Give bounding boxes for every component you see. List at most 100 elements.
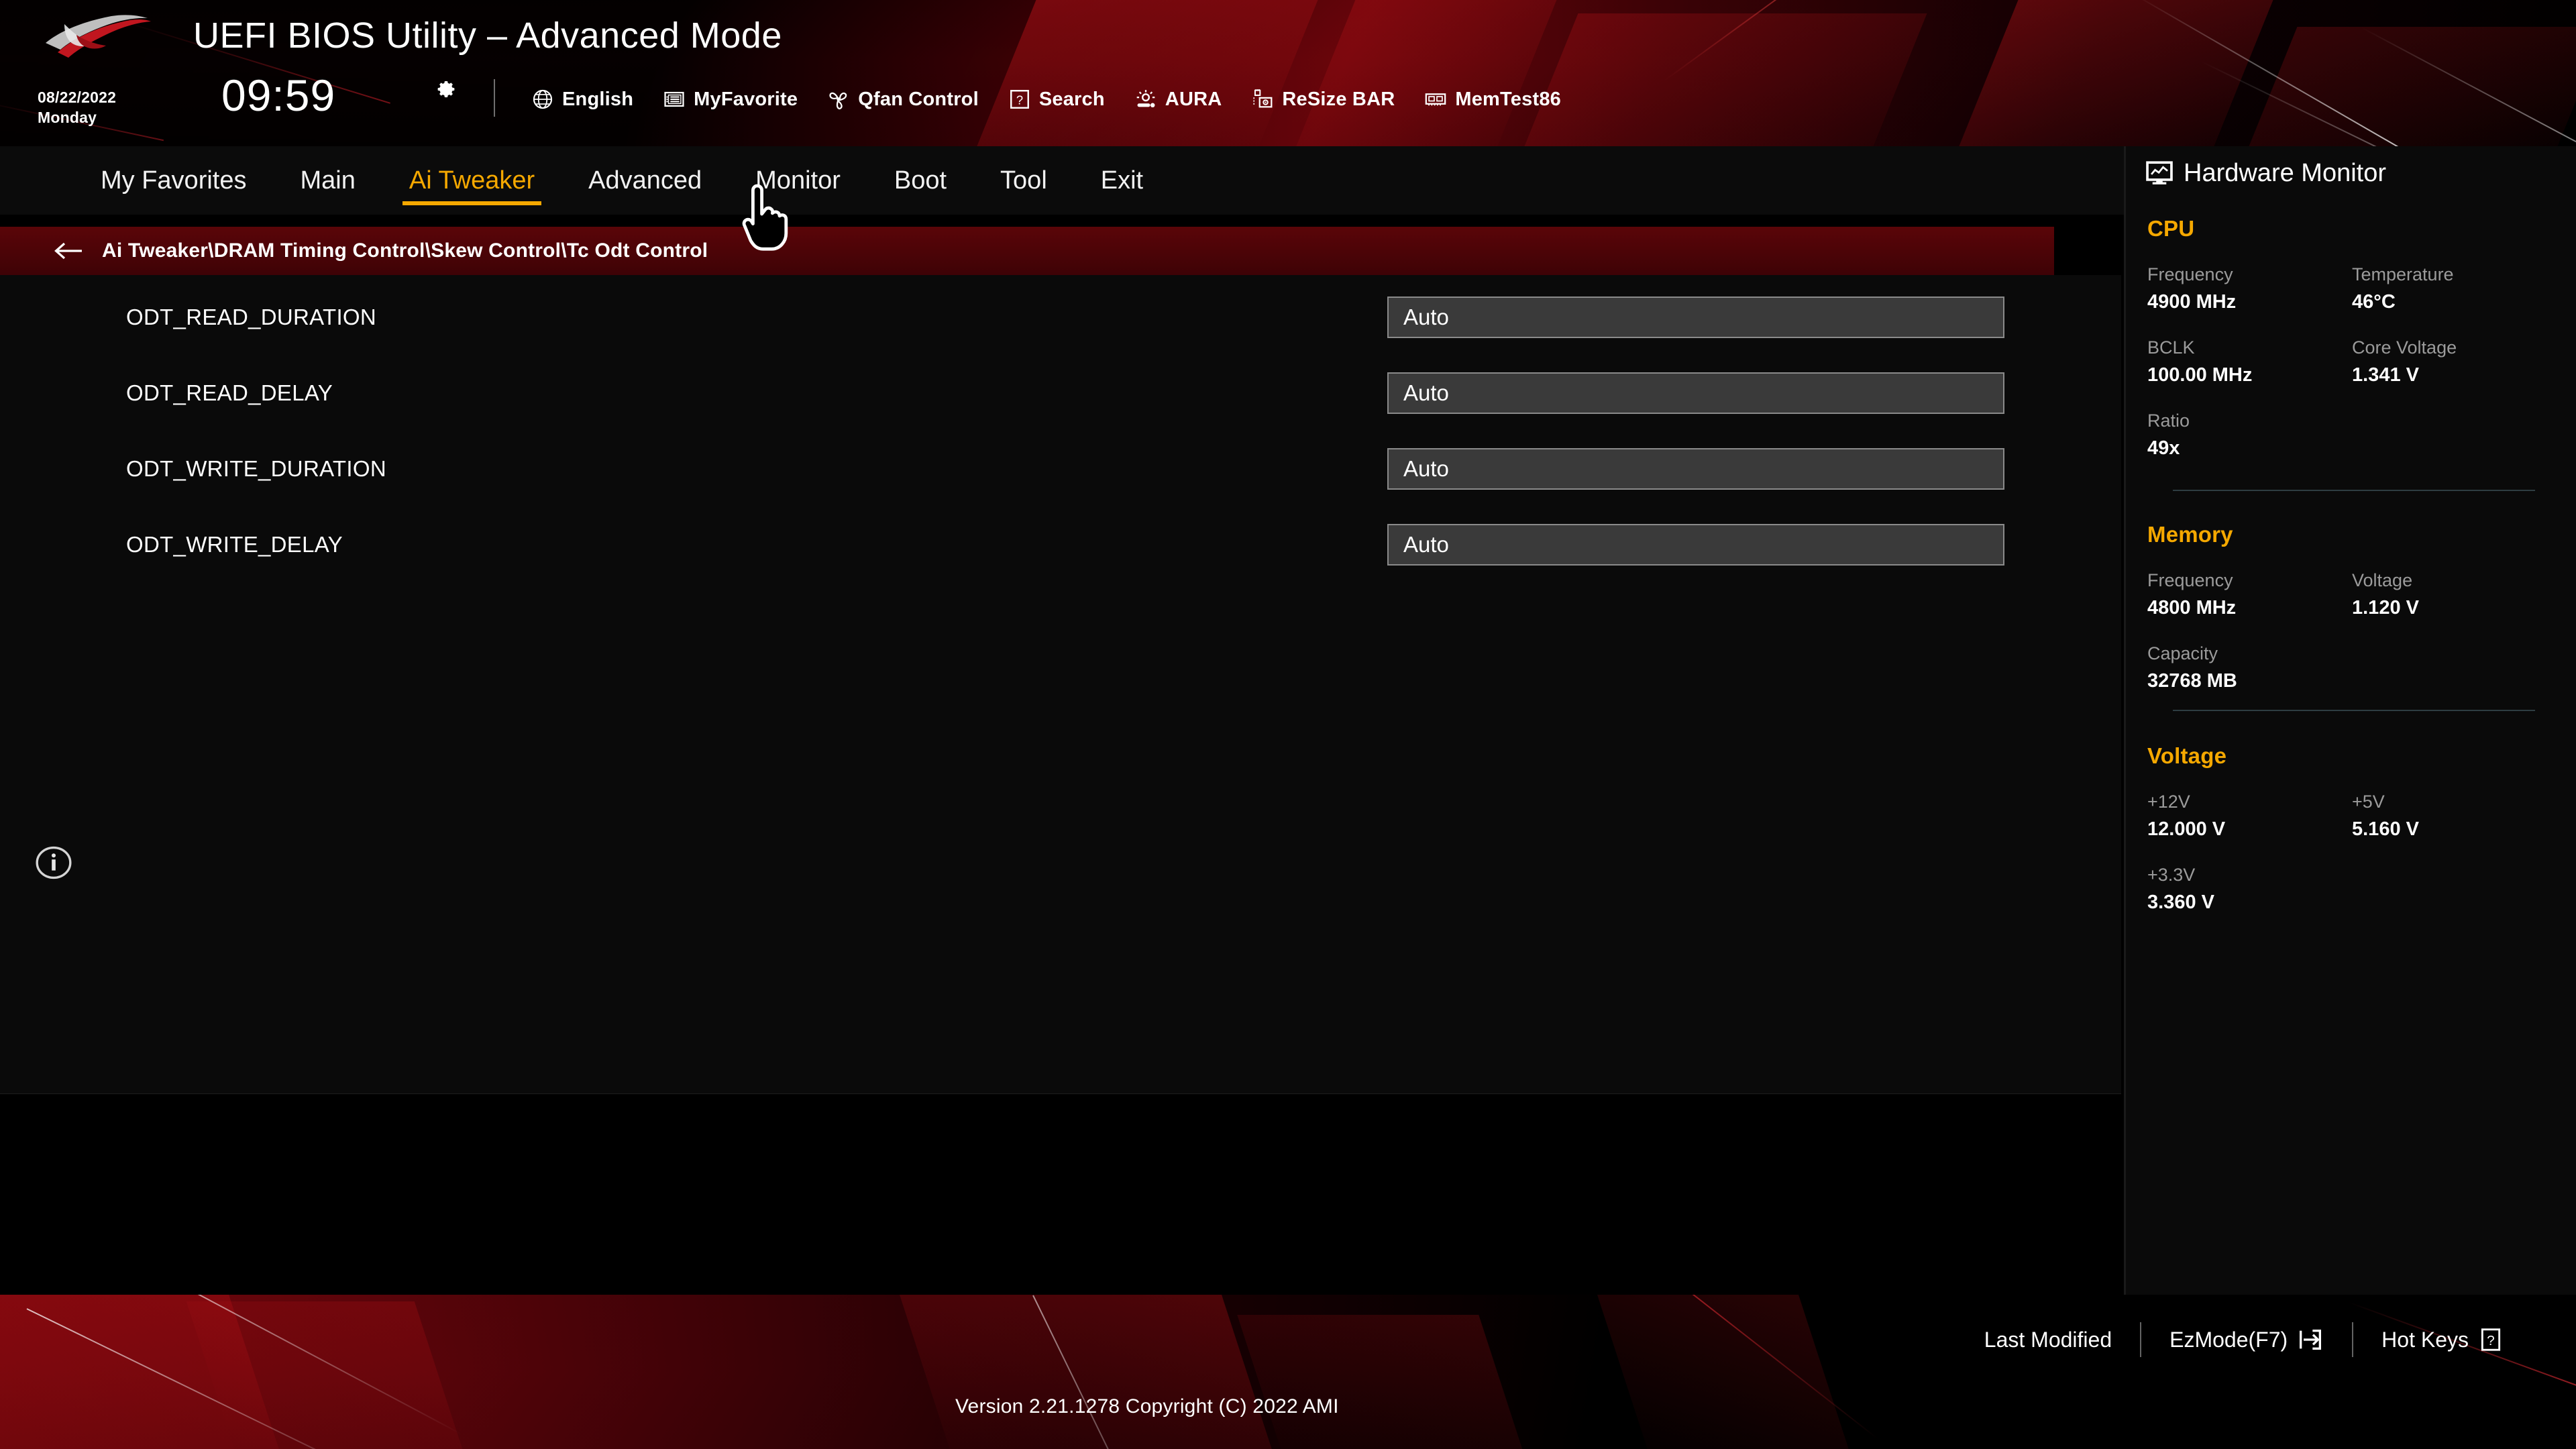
hm-value: 49x <box>2147 437 2180 459</box>
hm-cell-12v: +12V 12.000 V <box>2147 792 2352 841</box>
toolbar-item-english[interactable]: English <box>517 80 648 118</box>
header-date: 08/22/2022 <box>38 89 117 106</box>
hm-section-title-cpu: CPU <box>2147 216 2195 241</box>
aura-light-icon <box>1136 90 1155 108</box>
footer-deco-shape <box>895 1295 1279 1449</box>
hm-cell-5v: +5V 5.160 V <box>2352 792 2557 841</box>
hm-value: 100.00 MHz <box>2147 364 2253 386</box>
tab-advanced[interactable]: Advanced <box>561 146 729 215</box>
hm-key: BCLK <box>2147 337 2195 358</box>
hm-row: Frequency 4800 MHz Voltage 1.120 V <box>2147 570 2557 619</box>
footer-button-label: Last Modified <box>1984 1327 2112 1352</box>
hm-value: 4900 MHz <box>2147 291 2237 313</box>
toolbar-item-aura[interactable]: AURA <box>1120 80 1237 118</box>
globe-icon <box>533 89 553 109</box>
hm-section-memory: Memory Frequency 4800 MHz Voltage 1.120 … <box>2147 522 2557 716</box>
hardware-monitor-title: Hardware Monitor <box>2184 158 2386 187</box>
exit-arrow-icon <box>2300 1330 2322 1350</box>
footer-deco-shape <box>1237 1315 1527 1449</box>
breadcrumb: Ai Tweaker\DRAM Timing Control\Skew Cont… <box>0 227 2054 275</box>
app-header: UEFI BIOS Utility – Advanced Mode 08/22/… <box>0 0 2576 146</box>
header-clock: 09:59 <box>221 70 336 120</box>
header-weekday: Monday <box>38 109 97 126</box>
app-title: UEFI BIOS Utility – Advanced Mode <box>193 15 782 56</box>
breadcrumb-path: Ai Tweaker\DRAM Timing Control\Skew Cont… <box>102 239 708 262</box>
setting-label-odt-read-delay: ODT_READ_DELAY <box>126 380 333 405</box>
memory-module-icon <box>1426 93 1446 106</box>
tab-label: Boot <box>894 166 947 195</box>
hm-section-voltage-grid: +12V 12.000 V +5V 5.160 V +3.3V 3.360 V <box>2147 792 2557 914</box>
tab-boot[interactable]: Boot <box>867 146 973 215</box>
hm-divider <box>2173 710 2535 711</box>
app-footer: Last Modified EzMode(F7) Hot Keys ? <box>0 1295 2576 1449</box>
toolbar-item-resize-bar[interactable]: ReSize BAR <box>1236 80 1409 118</box>
tab-ai-tweaker[interactable]: Ai Tweaker <box>382 146 561 215</box>
setting-row: ODT_READ_DELAY Auto <box>0 355 2121 431</box>
hm-value: 3.360 V <box>2147 892 2214 913</box>
ezmode-button[interactable]: EzMode(F7) <box>2141 1320 2352 1359</box>
hm-row: +12V 12.000 V +5V 5.160 V <box>2147 792 2557 841</box>
setting-value-odt-read-duration[interactable]: Auto <box>1387 296 2004 338</box>
hm-cell-cpu-temperature: Temperature 46°C <box>2352 264 2557 313</box>
setting-row: ODT_READ_DURATION Auto <box>0 279 2121 355</box>
fan-icon <box>829 92 847 109</box>
toolbar-item-qfan-control[interactable]: Qfan Control <box>812 80 994 118</box>
toolbar-item-myfavorite[interactable]: MyFavorite <box>648 80 812 118</box>
rog-logo <box>46 15 151 58</box>
hm-section-cpu: CPU Frequency 4900 MHz Temperature 46°C … <box>2147 216 2557 484</box>
header-deco-shape <box>1507 13 1927 146</box>
tab-my-favorites[interactable]: My Favorites <box>74 146 273 215</box>
toolbar-item-memtest86[interactable]: MemTest86 <box>1409 80 1576 118</box>
tab-label: Tool <box>1000 166 1047 195</box>
tab-main[interactable]: Main <box>273 146 382 215</box>
tab-label: Exit <box>1100 166 1144 195</box>
hm-cell-memory-frequency: Frequency 4800 MHz <box>2147 570 2352 619</box>
header-date-block: 08/22/2022 Monday <box>38 87 116 127</box>
tab-tool[interactable]: Tool <box>973 146 1074 215</box>
hm-key: Frequency <box>2147 570 2233 590</box>
tab-label: Monitor <box>755 166 841 195</box>
setting-value-text: Auto <box>1403 455 1449 481</box>
tab-monitor[interactable]: Monitor <box>729 146 867 215</box>
hm-row: BCLK 100.00 MHz Core Voltage 1.341 V <box>2147 337 2557 386</box>
hm-section-title-voltage: Voltage <box>2147 743 2227 768</box>
last-modified-button[interactable]: Last Modified <box>1956 1320 2140 1359</box>
gear-icon[interactable] <box>435 78 458 101</box>
setting-label-odt-read-duration: ODT_READ_DURATION <box>126 304 377 329</box>
tab-label: Main <box>300 166 356 195</box>
hm-row: Capacity 32768 MB <box>2147 643 2557 692</box>
info-icon[interactable] <box>35 844 72 881</box>
header-deco-shape <box>965 0 1329 146</box>
toolbar-label: ReSize BAR <box>1282 88 1395 110</box>
setting-value-odt-write-delay[interactable]: Auto <box>1387 523 2004 566</box>
hm-divider <box>2173 490 2535 491</box>
toolbar-label: MemTest86 <box>1455 88 1561 110</box>
header-deco-shape <box>1285 0 1573 146</box>
svg-text:?: ? <box>1016 93 1023 107</box>
hm-key: Core Voltage <box>2352 337 2457 358</box>
hm-value: 1.341 V <box>2352 364 2419 386</box>
hm-key: Voltage <box>2352 570 2413 590</box>
setting-value-odt-read-delay[interactable]: Auto <box>1387 372 2004 414</box>
monitor-graph-icon <box>2146 161 2173 184</box>
favorites-list-icon <box>664 91 684 107</box>
hot-keys-button[interactable]: Hot Keys ? <box>2353 1320 2532 1359</box>
footer-actions: Last Modified EzMode(F7) Hot Keys ? <box>1956 1320 2532 1359</box>
tab-label: My Favorites <box>101 166 247 195</box>
hm-key: Ratio <box>2147 411 2190 431</box>
hm-key: +5V <box>2352 792 2385 812</box>
setting-value-odt-write-duration[interactable]: Auto <box>1387 447 2004 490</box>
toolbar-label: AURA <box>1165 88 1222 110</box>
hm-value: 1.120 V <box>2352 597 2419 619</box>
toolbar-label: English <box>562 88 634 110</box>
tab-exit[interactable]: Exit <box>1074 146 1170 215</box>
hm-value: 12.000 V <box>2147 818 2226 840</box>
hm-value: 46°C <box>2352 291 2396 313</box>
bios-version: Version 2.21.1278 Copyright (C) 2022 AMI <box>955 1395 1339 1417</box>
back-arrow-icon[interactable] <box>52 239 83 262</box>
setting-label-odt-write-duration: ODT_WRITE_DURATION <box>126 455 386 481</box>
hardware-monitor-header: Hardware Monitor <box>2145 158 2386 188</box>
toolbar-label: Qfan Control <box>858 88 979 110</box>
header-deco-shape <box>2237 27 2576 146</box>
toolbar-item-search[interactable]: ? Search <box>994 80 1120 118</box>
